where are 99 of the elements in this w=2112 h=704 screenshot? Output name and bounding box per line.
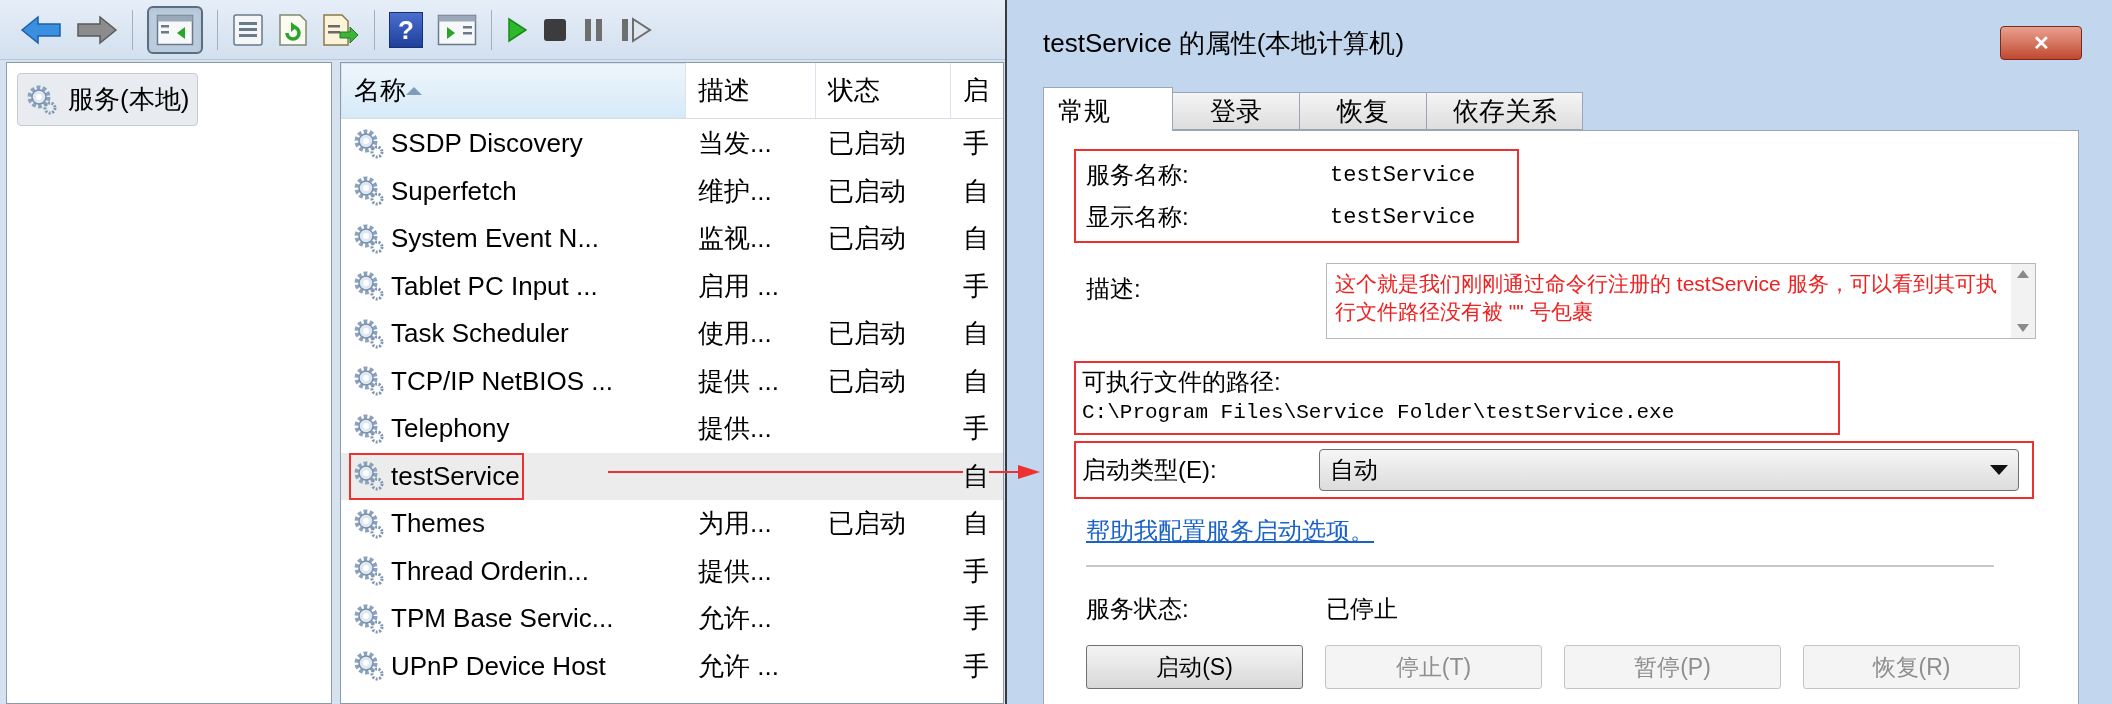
service-row[interactable]: Thread Orderin... 提供... 手 <box>341 547 1003 595</box>
gear-icon <box>353 270 385 303</box>
forward-arrow-icon[interactable] <box>76 14 118 45</box>
gear-icon <box>353 460 385 493</box>
scroll-down-icon[interactable] <box>2017 324 2029 332</box>
table-cell: 已启动 <box>828 223 906 254</box>
table-cell: 已启动 <box>828 365 906 396</box>
service-name: Thread Orderin... <box>391 554 589 588</box>
gear-icon <box>353 650 385 683</box>
help-link[interactable]: 帮助我配置服务启动选项。 <box>1086 513 1374 549</box>
table-cell: 已启动 <box>828 508 906 539</box>
tab[interactable]: 恢复 <box>1299 92 1427 130</box>
service-row[interactable]: Tablet PC Input ... 启用 ... 手 <box>341 262 1003 310</box>
table-cell: 允许 ... <box>698 650 779 681</box>
service-row[interactable]: testService 自 <box>341 452 1003 500</box>
service-row[interactable]: Task Scheduler 使用... 已启动 自 <box>341 310 1003 358</box>
properties-icon[interactable] <box>232 12 264 47</box>
service-name: testService <box>391 459 520 493</box>
service-row[interactable]: Superfetch 维护... 已启动 自 <box>341 167 1003 215</box>
help-button[interactable]: ? <box>389 11 423 48</box>
service-row[interactable]: SSDP Discovery 当发... 已启动 手 <box>341 120 1003 168</box>
table-cell: 提供... <box>698 413 772 444</box>
console-tree-button[interactable] <box>147 5 203 54</box>
gear-icon <box>353 127 385 160</box>
scrollbar[interactable] <box>2011 264 2035 338</box>
gear-icon <box>26 83 58 116</box>
field-value: C:\Program Files\Service Folder\testService.exe <box>1082 400 1676 426</box>
service-row[interactable]: TPM Base Servic... 允许... 手 <box>341 595 1003 643</box>
service-row[interactable]: TCP/IP NetBIOS ... 提供 ... 已启动 自 <box>341 357 1003 405</box>
table-cell: 手 <box>963 603 989 634</box>
table-cell: 维护... <box>698 175 772 206</box>
field-label: 可执行文件的路径: <box>1082 367 1282 397</box>
table-cell: 启用 ... <box>698 270 779 301</box>
action-button: 恢复(R) <box>1803 645 2020 689</box>
service-row[interactable]: System Event N... 监视... 已启动 自 <box>341 215 1003 263</box>
action-button: 暂停(P) <box>1564 645 1781 689</box>
dropdown-caret-icon <box>1990 465 2008 475</box>
service-row[interactable]: Telephony 提供... 手 <box>341 405 1003 453</box>
action-button: 停止(T) <box>1325 645 1542 689</box>
scroll-up-icon[interactable] <box>2017 270 2029 278</box>
table-cell: 手 <box>963 650 989 681</box>
gear-icon <box>353 555 385 588</box>
tab[interactable]: 登录 <box>1172 92 1300 130</box>
resume-icon[interactable] <box>620 16 652 43</box>
table-cell: 为用... <box>698 508 772 539</box>
table-cell: 使用... <box>698 318 772 349</box>
table-cell: 手 <box>963 555 989 586</box>
table-cell: 已启动 <box>828 318 906 349</box>
table-cell: 已启动 <box>828 128 906 159</box>
gear-icon <box>353 317 385 350</box>
gear-icon <box>353 222 385 255</box>
field-label: 描述: <box>1086 274 1142 304</box>
service-name: TCP/IP NetBIOS ... <box>391 364 614 398</box>
startup-type-dropdown[interactable]: 自动 <box>1319 449 2019 491</box>
description-text: 这个就是我们刚刚通过命令行注册的 testService 服务，可以看到其可执行文件路径没有被 "" 号包裹 <box>1334 271 1998 325</box>
table-cell: 允许... <box>698 603 772 634</box>
service-name: SSDP Discovery <box>391 127 583 161</box>
service-name: TPM Base Servic... <box>391 602 614 636</box>
table-cell: 手 <box>963 128 989 159</box>
back-arrow-icon[interactable] <box>20 14 62 45</box>
play-icon[interactable] <box>506 16 528 43</box>
field-label: 启动类型(E): <box>1082 455 1218 485</box>
gear-icon <box>353 365 385 398</box>
service-name: UPnP Device Host <box>391 649 606 683</box>
console-tree-icon <box>156 13 194 46</box>
gear-icon <box>353 602 385 635</box>
tab[interactable]: 依存关系 <box>1426 92 1583 130</box>
action-button[interactable]: 启动(S) <box>1086 645 1303 689</box>
table-cell: 自 <box>963 460 989 491</box>
service-name: Task Scheduler <box>391 317 569 351</box>
service-name: Tablet PC Input ... <box>391 269 598 303</box>
gear-icon <box>353 175 385 208</box>
field-value: 已停止 <box>1326 594 1398 624</box>
action-pane-icon[interactable] <box>437 13 477 46</box>
gear-icon <box>353 507 385 540</box>
service-name: Telephony <box>391 412 510 446</box>
service-name: Superfetch <box>391 174 517 208</box>
service-name: System Event N... <box>391 222 600 256</box>
field-value: testService <box>1330 161 1476 190</box>
export-list-icon[interactable] <box>322 12 360 47</box>
gear-icon <box>353 412 385 445</box>
table-cell: 手 <box>963 270 989 301</box>
service-name: Themes <box>391 507 485 541</box>
field-label: 显示名称: <box>1086 202 1190 232</box>
refresh-icon[interactable] <box>278 12 308 47</box>
tab[interactable]: 常规 <box>1043 87 1173 131</box>
field-label: 服务状态: <box>1086 594 1190 624</box>
sort-ascending-icon <box>406 86 422 95</box>
table-cell: 已启动 <box>828 175 906 206</box>
service-row[interactable]: UPnP Device Host 允许 ... 手 <box>341 642 1003 690</box>
field-value: testService <box>1330 203 1476 232</box>
dialog-title: testService 的属性(本地计算机) <box>1043 26 1405 60</box>
table-cell: 手 <box>963 413 989 444</box>
tree-item[interactable]: 服务(本地) <box>17 73 199 126</box>
field-label: 服务名称: <box>1086 160 1190 190</box>
description-field[interactable]: 这个就是我们刚刚通过命令行注册的 testService 服务，可以看到其可执行文件路径没有被 "" 号包裹 <box>1326 263 2036 339</box>
column-header[interactable]: 名称 <box>341 63 686 118</box>
service-row[interactable]: Themes 为用... 已启动 自 <box>341 500 1003 548</box>
stop-icon[interactable] <box>542 16 568 43</box>
